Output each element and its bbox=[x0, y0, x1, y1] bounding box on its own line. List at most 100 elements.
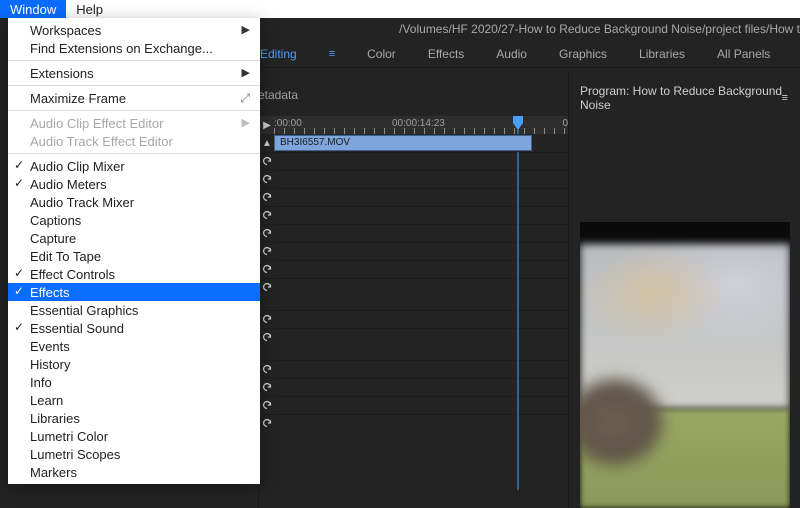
menu-item-label: Audio Track Mixer bbox=[30, 195, 134, 210]
menu-item-events[interactable]: Events bbox=[8, 337, 260, 355]
tab-effects[interactable]: Effects bbox=[428, 43, 464, 65]
check-icon: ✓ bbox=[14, 158, 24, 172]
menu-item-label: Info bbox=[30, 375, 52, 390]
panel-menu-icon[interactable]: ≡ bbox=[782, 92, 788, 104]
menu-item-workspaces[interactable]: Workspaces ▶ bbox=[8, 21, 260, 39]
menu-item-label: Effect Controls bbox=[30, 267, 115, 282]
menu-separator bbox=[8, 110, 260, 111]
track-row[interactable] bbox=[260, 360, 568, 378]
track-row[interactable] bbox=[260, 242, 568, 260]
track-gap bbox=[260, 346, 568, 360]
menu-item-label: Audio Clip Mixer bbox=[30, 159, 125, 174]
menu-item-label: Events bbox=[30, 339, 70, 354]
undo-icon[interactable] bbox=[260, 209, 274, 223]
submenu-arrow-icon: ▶ bbox=[242, 116, 250, 129]
undo-icon[interactable] bbox=[260, 227, 274, 241]
submenu-arrow-icon: ▶ bbox=[242, 23, 250, 36]
metadata-panel-tab[interactable]: etadata bbox=[258, 88, 298, 102]
track-row[interactable] bbox=[260, 414, 568, 432]
menu-item-label: Audio Clip Effect Editor bbox=[30, 116, 163, 131]
undo-icon[interactable] bbox=[260, 363, 274, 377]
track-row[interactable] bbox=[260, 310, 568, 328]
track-row[interactable] bbox=[260, 188, 568, 206]
track-row[interactable] bbox=[260, 378, 568, 396]
undo-icon[interactable] bbox=[260, 191, 274, 205]
menu-item-label: Libraries bbox=[30, 411, 80, 426]
menu-item-label: Essential Graphics bbox=[30, 303, 138, 318]
submenu-arrow-icon: ▶ bbox=[242, 66, 250, 79]
menu-item-extensions[interactable]: Extensions▶ bbox=[8, 64, 260, 82]
program-panel-header: Program: How to Reduce Background Noise … bbox=[580, 88, 792, 108]
tab-graphics[interactable]: Graphics bbox=[559, 43, 607, 65]
menu-item-label: Find Extensions on Exchange... bbox=[30, 41, 213, 56]
menu-item-info[interactable]: Info bbox=[8, 373, 260, 391]
track-row[interactable] bbox=[260, 328, 568, 346]
track-row[interactable] bbox=[260, 206, 568, 224]
undo-icon[interactable] bbox=[260, 331, 274, 345]
track-expand-icon[interactable]: ▲ bbox=[260, 138, 274, 149]
track-row[interactable] bbox=[260, 170, 568, 188]
undo-icon[interactable] bbox=[260, 263, 274, 277]
menu-item-lumetri-color[interactable]: Lumetri Color bbox=[8, 427, 260, 445]
undo-icon[interactable] bbox=[260, 173, 274, 187]
tab-audio[interactable]: Audio bbox=[496, 43, 527, 65]
undo-icon[interactable] bbox=[260, 155, 274, 169]
undo-icon[interactable] bbox=[260, 381, 274, 395]
undo-icon[interactable] bbox=[260, 417, 274, 431]
menu-item-label: Audio Track Effect Editor bbox=[30, 134, 173, 149]
menu-item-markers[interactable]: Markers bbox=[8, 463, 260, 481]
track-row[interactable] bbox=[260, 396, 568, 414]
menu-item-essential-graphics[interactable]: Essential Graphics bbox=[8, 301, 260, 319]
tab-editing[interactable]: Editing bbox=[260, 43, 297, 65]
menu-item-label: Maximize Frame bbox=[30, 91, 126, 106]
track-row[interactable] bbox=[260, 224, 568, 242]
check-icon: ✓ bbox=[14, 176, 24, 190]
track-row[interactable] bbox=[260, 260, 568, 278]
menu-item-capture[interactable]: Capture bbox=[8, 229, 260, 247]
tab-all-panels[interactable]: All Panels bbox=[717, 43, 770, 65]
menu-item-captions[interactable]: Captions bbox=[8, 211, 260, 229]
menu-item-effects[interactable]: ✓Effects bbox=[8, 283, 260, 301]
track-row[interactable] bbox=[260, 152, 568, 170]
menubar-window[interactable]: Window bbox=[0, 0, 66, 18]
track-gap bbox=[260, 296, 568, 310]
menu-item-history[interactable]: History bbox=[8, 355, 260, 373]
window-menu-dropdown: Workspaces ▶ Find Extensions on Exchange..… bbox=[8, 18, 260, 484]
playhead[interactable] bbox=[511, 116, 525, 130]
undo-icon[interactable] bbox=[260, 281, 274, 295]
menubar-help[interactable]: Help bbox=[66, 0, 113, 18]
hamburger-icon[interactable]: ≡ bbox=[329, 48, 335, 60]
menu-item-maximize-frame[interactable]: Maximize Frame⤢ bbox=[8, 89, 260, 107]
project-path: /Volumes/HF 2020/27-How to Reduce Backgr… bbox=[399, 22, 800, 40]
undo-icon[interactable] bbox=[260, 313, 274, 327]
menu-item-label: Workspaces bbox=[30, 23, 101, 38]
timeline-clip[interactable]: BH3I6557.MOV bbox=[274, 135, 532, 151]
menu-item-edit-to-tape[interactable]: Edit To Tape bbox=[8, 247, 260, 265]
menu-item-audio-meters[interactable]: ✓Audio Meters bbox=[8, 175, 260, 193]
playhead-line bbox=[518, 130, 519, 490]
tab-libraries[interactable]: Libraries bbox=[639, 43, 685, 65]
menu-item-find-extensions-on-exchange[interactable]: Find Extensions on Exchange... bbox=[8, 39, 260, 57]
menu-item-label: Captions bbox=[30, 213, 81, 228]
menu-item-essential-sound[interactable]: ✓Essential Sound bbox=[8, 319, 260, 337]
check-icon: ✓ bbox=[14, 284, 24, 298]
timeline-scale[interactable]: :00:00 00:00:14:23 0 bbox=[274, 116, 568, 134]
menu-item-audio-track-mixer[interactable]: Audio Track Mixer bbox=[8, 193, 260, 211]
menu-item-label: Edit To Tape bbox=[30, 249, 101, 264]
menu-item-learn[interactable]: Learn bbox=[8, 391, 260, 409]
play-icon[interactable]: ▶ bbox=[260, 120, 274, 131]
program-monitor[interactable] bbox=[580, 222, 790, 508]
undo-icon[interactable] bbox=[260, 245, 274, 259]
menu-item-libraries[interactable]: Libraries bbox=[8, 409, 260, 427]
menu-separator bbox=[8, 60, 260, 61]
tab-color[interactable]: Color bbox=[367, 43, 396, 65]
menu-item-audio-clip-mixer[interactable]: ✓ Audio Clip Mixer bbox=[8, 157, 260, 175]
timeline-ruler[interactable]: ▶ :00:00 00:00:14:23 0 bbox=[260, 116, 568, 134]
program-panel-title: Program: How to Reduce Background Noise bbox=[580, 84, 792, 112]
divider-vertical-mid bbox=[568, 70, 569, 508]
undo-icon[interactable] bbox=[260, 399, 274, 413]
menu-item-lumetri-scopes[interactable]: Lumetri Scopes bbox=[8, 445, 260, 463]
menu-item-effect-controls[interactable]: ✓Effect Controls bbox=[8, 265, 260, 283]
track-row[interactable] bbox=[260, 278, 568, 296]
menu-item-label: Capture bbox=[30, 231, 76, 246]
